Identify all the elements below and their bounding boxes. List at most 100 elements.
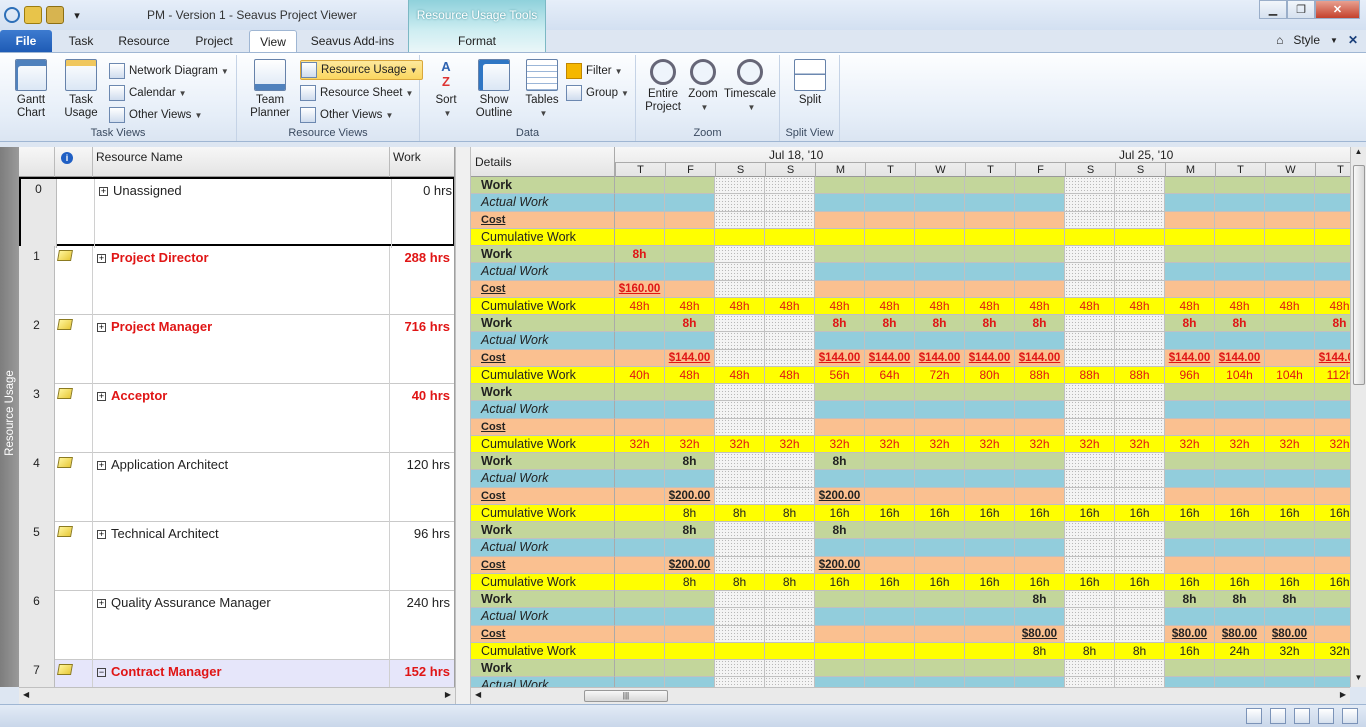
usage-cell[interactable] <box>715 642 765 660</box>
usage-cell[interactable] <box>765 315 815 333</box>
usage-cell[interactable] <box>1315 177 1350 195</box>
usage-cell[interactable] <box>1165 677 1215 687</box>
usage-cell[interactable] <box>1215 401 1265 419</box>
usage-cell[interactable]: 48h <box>765 297 815 315</box>
usage-cell[interactable] <box>1015 487 1065 505</box>
usage-cell[interactable]: 48h <box>865 297 915 315</box>
usage-cell[interactable]: 56h <box>815 366 865 384</box>
usage-cell[interactable]: 16h <box>1065 504 1115 522</box>
tables-button[interactable]: Tables ▼ <box>522 59 562 120</box>
usage-cell[interactable]: 8h <box>815 315 865 333</box>
style-dropdown-icon[interactable]: ▼ <box>1330 36 1338 45</box>
usage-cell[interactable] <box>865 177 915 195</box>
usage-cell[interactable]: 16h <box>915 504 965 522</box>
resource-name-cell[interactable]: + Technical Architect <box>93 522 390 591</box>
usage-cell[interactable]: 80h <box>965 366 1015 384</box>
usage-cell[interactable] <box>715 556 765 574</box>
usage-cell[interactable] <box>815 211 865 229</box>
usage-cell[interactable] <box>1065 522 1115 540</box>
usage-cell[interactable] <box>765 228 815 246</box>
team-planner-view-icon[interactable] <box>1294 708 1310 724</box>
usage-cell[interactable] <box>915 487 965 505</box>
usage-cell[interactable] <box>915 608 965 626</box>
usage-cell[interactable]: 8h <box>915 315 965 333</box>
usage-cell[interactable]: 48h <box>765 366 815 384</box>
usage-cell[interactable] <box>765 177 815 195</box>
close-icon[interactable]: ✕ <box>1315 0 1360 19</box>
usage-cell[interactable]: 8h <box>1215 315 1265 333</box>
table-horizontal-scrollbar[interactable]: ◀ ▶ <box>19 687 455 704</box>
usage-cell[interactable] <box>1315 522 1350 540</box>
usage-cell[interactable] <box>965 608 1015 626</box>
usage-cell[interactable]: 32h <box>1315 435 1350 453</box>
table-row[interactable]: 7− Contract Manager 152 hrs <box>19 660 454 687</box>
usage-cell[interactable] <box>915 470 965 488</box>
usage-cell[interactable] <box>1115 384 1165 402</box>
usage-cell[interactable] <box>1015 332 1065 350</box>
usage-cell[interactable] <box>865 332 915 350</box>
usage-cell[interactable] <box>1265 211 1315 229</box>
usage-cell[interactable] <box>965 677 1015 687</box>
usage-cell[interactable]: 16h <box>1015 504 1065 522</box>
usage-cell[interactable] <box>915 194 965 212</box>
usage-cell[interactable] <box>965 332 1015 350</box>
work-cell[interactable]: 152 hrs <box>390 660 454 687</box>
work-column-header[interactable]: Work <box>390 147 454 177</box>
usage-cell[interactable] <box>1165 608 1215 626</box>
scroll-down-icon[interactable]: ▼ <box>1351 673 1366 687</box>
usage-cell[interactable] <box>965 401 1015 419</box>
usage-cell[interactable]: 8h <box>1065 642 1115 660</box>
usage-cell[interactable]: 40h <box>615 366 665 384</box>
table-row[interactable]: 5 + Technical Architect 96 hrs <box>19 522 454 591</box>
row-id[interactable]: 4 <box>19 453 55 522</box>
usage-cell[interactable]: 48h <box>965 297 1015 315</box>
usage-cell[interactable] <box>715 280 765 298</box>
row-id[interactable]: 3 <box>19 384 55 453</box>
usage-cell[interactable] <box>1265 522 1315 540</box>
usage-cell[interactable] <box>765 453 815 471</box>
scroll-right-icon[interactable]: ▶ <box>445 690 451 699</box>
vertical-scrollbar[interactable]: ▲ ▼ <box>1350 147 1366 687</box>
usage-cell[interactable] <box>715 401 765 419</box>
usage-cell[interactable] <box>1265 177 1315 195</box>
usage-cell[interactable] <box>1115 470 1165 488</box>
usage-cell[interactable] <box>1065 401 1115 419</box>
usage-cell[interactable] <box>765 539 815 557</box>
usage-cell[interactable] <box>765 556 815 574</box>
usage-cell[interactable] <box>1315 677 1350 687</box>
usage-cell[interactable] <box>1215 384 1265 402</box>
usage-cell[interactable]: 32h <box>765 435 815 453</box>
indicators-column-header[interactable]: i <box>55 147 93 177</box>
usage-cell[interactable] <box>615 194 665 212</box>
usage-cell[interactable] <box>865 453 915 471</box>
usage-cell[interactable] <box>765 280 815 298</box>
usage-cell[interactable] <box>1065 194 1115 212</box>
usage-cell[interactable] <box>715 418 765 436</box>
work-cell[interactable]: 716 hrs <box>390 315 454 384</box>
usage-cell[interactable] <box>665 539 715 557</box>
usage-cell[interactable]: 32h <box>1265 642 1315 660</box>
usage-cell[interactable] <box>615 470 665 488</box>
usage-cell[interactable] <box>865 228 915 246</box>
usage-cell[interactable] <box>1265 384 1315 402</box>
usage-cell[interactable] <box>965 211 1015 229</box>
usage-cell[interactable] <box>1165 211 1215 229</box>
row-id[interactable]: 1 <box>19 246 55 315</box>
tab-resource[interactable]: Resource <box>110 30 178 52</box>
usage-cell[interactable] <box>815 246 865 264</box>
expand-icon[interactable]: + <box>97 599 106 608</box>
usage-cell[interactable] <box>665 642 715 660</box>
usage-cell[interactable] <box>1215 677 1265 687</box>
usage-cell[interactable] <box>965 522 1015 540</box>
usage-cell[interactable]: 32h <box>1315 642 1350 660</box>
usage-cell[interactable]: 16h <box>1115 573 1165 591</box>
usage-cell[interactable] <box>1315 401 1350 419</box>
usage-cell[interactable] <box>1165 263 1215 281</box>
usage-cell[interactable] <box>1015 556 1065 574</box>
usage-cell[interactable]: 8h <box>665 453 715 471</box>
usage-cell[interactable]: 16h <box>865 504 915 522</box>
collapse-ribbon-icon[interactable]: ⌂ <box>1276 33 1283 47</box>
usage-cell[interactable] <box>1165 539 1215 557</box>
usage-cell[interactable] <box>1015 608 1065 626</box>
sort-button[interactable]: AZ Sort ▼ <box>428 59 464 120</box>
